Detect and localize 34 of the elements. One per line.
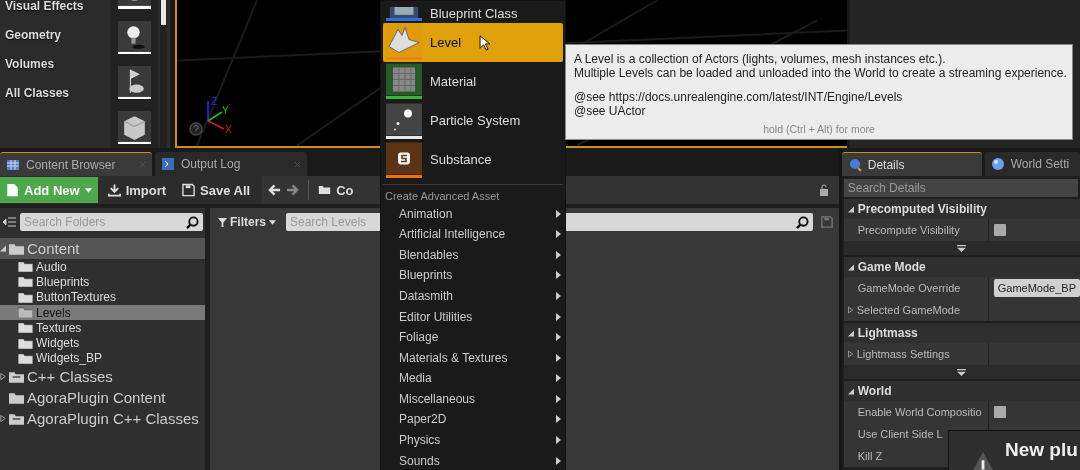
folder-label: ButtonTextures bbox=[36, 290, 117, 305]
property-label: Lightmass Settings bbox=[856, 348, 950, 360]
tab-label: Output Log bbox=[181, 157, 241, 171]
menu-section-header: Create Advanced Asset bbox=[384, 189, 501, 204]
tab-label: Details bbox=[867, 157, 905, 172]
axis-gizmo: Z Y X bbox=[202, 95, 242, 135]
folder-label: AgoraPlugin Content bbox=[27, 389, 166, 407]
folder-label: Widgets bbox=[36, 336, 80, 351]
section-title: Precomputed Visibility bbox=[857, 202, 987, 216]
property-label: Enable World Compositio bbox=[857, 406, 982, 418]
tooltip-text: Multiple Levels can be loaded and unloaded into the World to create a streaming experience. bbox=[574, 66, 1064, 80]
folder-label: Widgets_BP bbox=[36, 351, 103, 366]
folder-label: Levels bbox=[36, 305, 71, 320]
property-label: Use Client Side L bbox=[857, 428, 943, 440]
property-label: Precompute Visibility bbox=[857, 224, 960, 236]
tooltip-text: A Level is a collection of Actors (lights, volumes, mesh instances etc.). bbox=[574, 53, 947, 67]
folder-label: C++ Classes bbox=[27, 368, 113, 386]
tooltip-text: @see UActor bbox=[574, 104, 646, 118]
tab-label: World Setti bbox=[1010, 157, 1070, 171]
tab-label: Content Browser bbox=[26, 157, 116, 172]
folder-label: AgoraPlugin C++ Classes bbox=[27, 410, 199, 428]
property-label: Selected GameMode bbox=[856, 304, 961, 316]
notification-title: New plu bbox=[1005, 439, 1078, 461]
property-label: GameMode Override bbox=[857, 282, 961, 294]
tooltip-hint: hold (Ctrl + Alt) for more bbox=[763, 123, 875, 135]
section-title: Game Mode bbox=[857, 260, 926, 274]
folder-label: Blueprints bbox=[36, 274, 90, 289]
tooltip-text: @see https://docs.unrealengine.com/latest/INT/Engine/Levels bbox=[574, 91, 904, 105]
folder-label: Content bbox=[27, 240, 80, 257]
folder-label: Audio bbox=[36, 259, 67, 274]
section-title: Lightmass bbox=[857, 326, 918, 340]
section-title: World bbox=[857, 384, 892, 398]
folder-label: Textures bbox=[36, 320, 82, 335]
property-label: Kill Z bbox=[857, 450, 883, 462]
